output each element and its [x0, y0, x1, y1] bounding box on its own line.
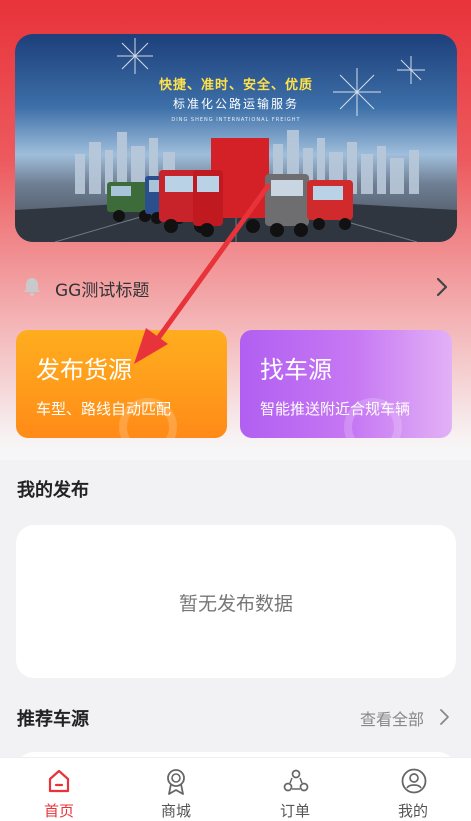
publish-cargo-title: 发布货源: [36, 356, 132, 384]
promo-banner[interactable]: 快捷、准时、安全、优质 标准化公路运输服务 DING SHENG INTERNA…: [15, 34, 457, 242]
my-posts-empty-card: 暂无发布数据: [16, 525, 456, 678]
tab-mine-label: 我的: [397, 802, 428, 820]
notice-text: GG测试标题: [55, 281, 150, 301]
tab-mall[interactable]: 商城: [117, 758, 235, 821]
user-icon: [401, 768, 427, 794]
my-posts-title: 我的发布: [17, 480, 89, 501]
medal-icon: [167, 769, 185, 795]
find-vehicle-title: 找车源: [260, 356, 332, 384]
bottom-tab-bar: 首页 商城 订单 我的: [0, 757, 471, 821]
bell-icon: [24, 278, 40, 297]
tab-mall-label: 商城: [160, 802, 191, 820]
tab-orders-label: 订单: [279, 802, 310, 820]
banner-subtitle: 标准化公路运输服务: [172, 97, 299, 111]
order-icon: [283, 769, 309, 792]
recommended-vehicles-title: 推荐车源: [17, 709, 89, 730]
notice-bar[interactable]: GG测试标题: [0, 266, 471, 308]
chevron-right-icon[interactable]: [438, 707, 452, 727]
tab-orders[interactable]: 订单: [236, 758, 354, 821]
chevron-right-icon[interactable]: [432, 276, 452, 298]
tab-home[interactable]: 首页: [0, 758, 118, 821]
empty-message: 暂无发布数据: [178, 593, 293, 615]
banner-slogan: 快捷、准时、安全、优质: [158, 78, 313, 93]
home-icon: [48, 769, 70, 793]
banner-illustration: [15, 38, 457, 242]
view-all-link[interactable]: 查看全部: [360, 706, 424, 730]
tab-home-label: 首页: [43, 802, 74, 820]
find-vehicle-card[interactable]: 找车源 智能推送附近合规车辆: [240, 330, 452, 438]
tab-mine[interactable]: 我的: [354, 758, 471, 821]
publish-cargo-card[interactable]: 发布货源 车型、路线自动匹配: [16, 330, 227, 438]
banner-english: DING SHENG INTERNATIONAL FREIGHT: [171, 117, 301, 123]
